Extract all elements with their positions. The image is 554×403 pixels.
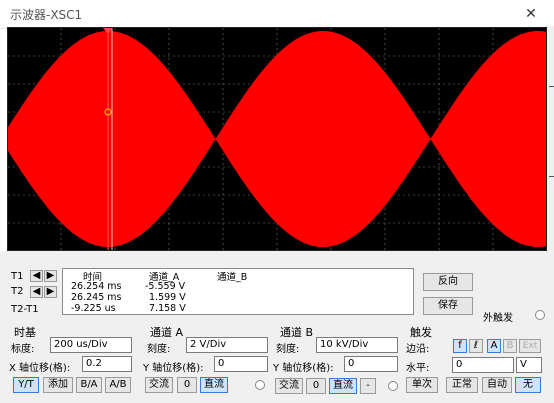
channel-a-radio[interactable] xyxy=(255,380,265,390)
channel-b-radio[interactable] xyxy=(388,381,398,391)
trigger-header: 触发 xyxy=(410,326,432,339)
channel-b-scale-label: 刻度: xyxy=(276,344,300,355)
waveform-display xyxy=(8,28,546,250)
t2-time: 26.245 ms xyxy=(71,292,122,303)
channel-a-ypos-label: Y 轴位移(格): xyxy=(143,363,204,374)
trigger-level-unit[interactable]: V xyxy=(516,357,542,373)
diff-label: T2-T1 xyxy=(11,304,39,315)
falling-edge-icon[interactable]: ℓ xyxy=(469,339,483,353)
trigger-level-field[interactable]: 0 xyxy=(452,357,514,373)
t2-a-value: 1.599 V xyxy=(149,292,186,303)
mode-ab-button[interactable]: A/B xyxy=(105,377,131,393)
timebase-scale-label: 标度: xyxy=(11,344,35,355)
cursor-t2-label: T2 xyxy=(11,286,24,297)
rising-edge-icon[interactable]: f xyxy=(453,339,467,353)
trigger-source-a-button[interactable]: A xyxy=(487,339,501,353)
trigger-level-label: 水平: xyxy=(406,363,430,374)
mode-yt-button[interactable]: Y/T xyxy=(13,377,39,393)
scope-screen[interactable] xyxy=(7,27,547,251)
trigger-auto-button[interactable]: 自动 xyxy=(482,377,512,393)
t2-left-arrow-icon[interactable]: ◀ xyxy=(30,286,43,298)
timebase-scale-field[interactable]: 200 us/Div xyxy=(50,337,132,353)
channel-a-ypos-field[interactable]: 0 xyxy=(214,356,268,372)
close-icon[interactable]: ✕ xyxy=(520,4,542,24)
cursor-t1-label: T1 xyxy=(11,271,24,282)
channel-b-ypos-field[interactable]: 0 xyxy=(344,356,398,372)
window-title: 示波器-XSC1 xyxy=(10,8,83,22)
channel-a-ac-button[interactable]: 交流 xyxy=(145,377,173,393)
t1-right-arrow-icon[interactable]: ▶ xyxy=(44,270,57,282)
channel-a-scale-field[interactable]: 2 V/Div xyxy=(186,337,268,353)
trigger-none-button[interactable]: 无 xyxy=(515,377,541,393)
channel-b-invert-button[interactable]: - xyxy=(360,378,376,394)
ext-trigger-label: 外触发 xyxy=(483,313,513,324)
ext-trigger-radio[interactable] xyxy=(535,310,545,320)
mode-add-button[interactable]: 添加 xyxy=(43,377,73,393)
channel-b-dc-button[interactable]: 直流 xyxy=(329,378,357,394)
timebase-header: 时基 xyxy=(14,326,36,339)
channel-b-ac-button[interactable]: 交流 xyxy=(275,378,303,394)
trigger-single-button[interactable]: 单次 xyxy=(406,377,438,393)
trigger-edge-label: 边沿: xyxy=(406,344,430,355)
trigger-source-ext-button[interactable]: Ext xyxy=(519,339,541,353)
channel-b-scale-field[interactable]: 10 kV/Div xyxy=(316,337,398,353)
t2-right-arrow-icon[interactable]: ▶ xyxy=(44,286,57,298)
cursor-readout: 时间 通道_A 通道_B 26.254 ms -5.559 V 26.245 m… xyxy=(62,268,414,315)
t1-left-arrow-icon[interactable]: ◀ xyxy=(30,270,43,282)
title-bar: 示波器-XSC1 ✕ xyxy=(0,0,554,29)
channel-b-ypos-label: Y 轴位移(格): xyxy=(273,363,334,374)
channel-a-zero-button[interactable]: 0 xyxy=(177,377,197,393)
x-position-label: X 轴位移(格): xyxy=(9,363,71,374)
header-channel-b: 通道_B xyxy=(217,272,248,283)
mode-ba-button[interactable]: B/A xyxy=(76,377,102,393)
channel-a-dc-button[interactable]: 直流 xyxy=(200,377,228,393)
t1-time: 26.254 ms xyxy=(71,281,122,292)
t1-a-value: -5.559 V xyxy=(145,281,186,292)
diff-a-value: 7.158 V xyxy=(149,303,186,314)
save-button[interactable]: 保存 xyxy=(423,297,473,315)
trigger-source-b-button[interactable]: B xyxy=(503,339,517,353)
channel-b-zero-button[interactable]: 0 xyxy=(306,378,326,394)
trigger-normal-button[interactable]: 正常 xyxy=(446,377,478,393)
diff-time: -9.225 us xyxy=(71,303,116,314)
channel-a-header: 通道 A xyxy=(150,326,184,339)
channel-b-header: 通道 B xyxy=(280,326,314,339)
reverse-button[interactable]: 反向 xyxy=(423,273,473,291)
x-position-field[interactable]: 0.2 xyxy=(82,356,132,372)
channel-a-scale-label: 刻度: xyxy=(147,344,171,355)
